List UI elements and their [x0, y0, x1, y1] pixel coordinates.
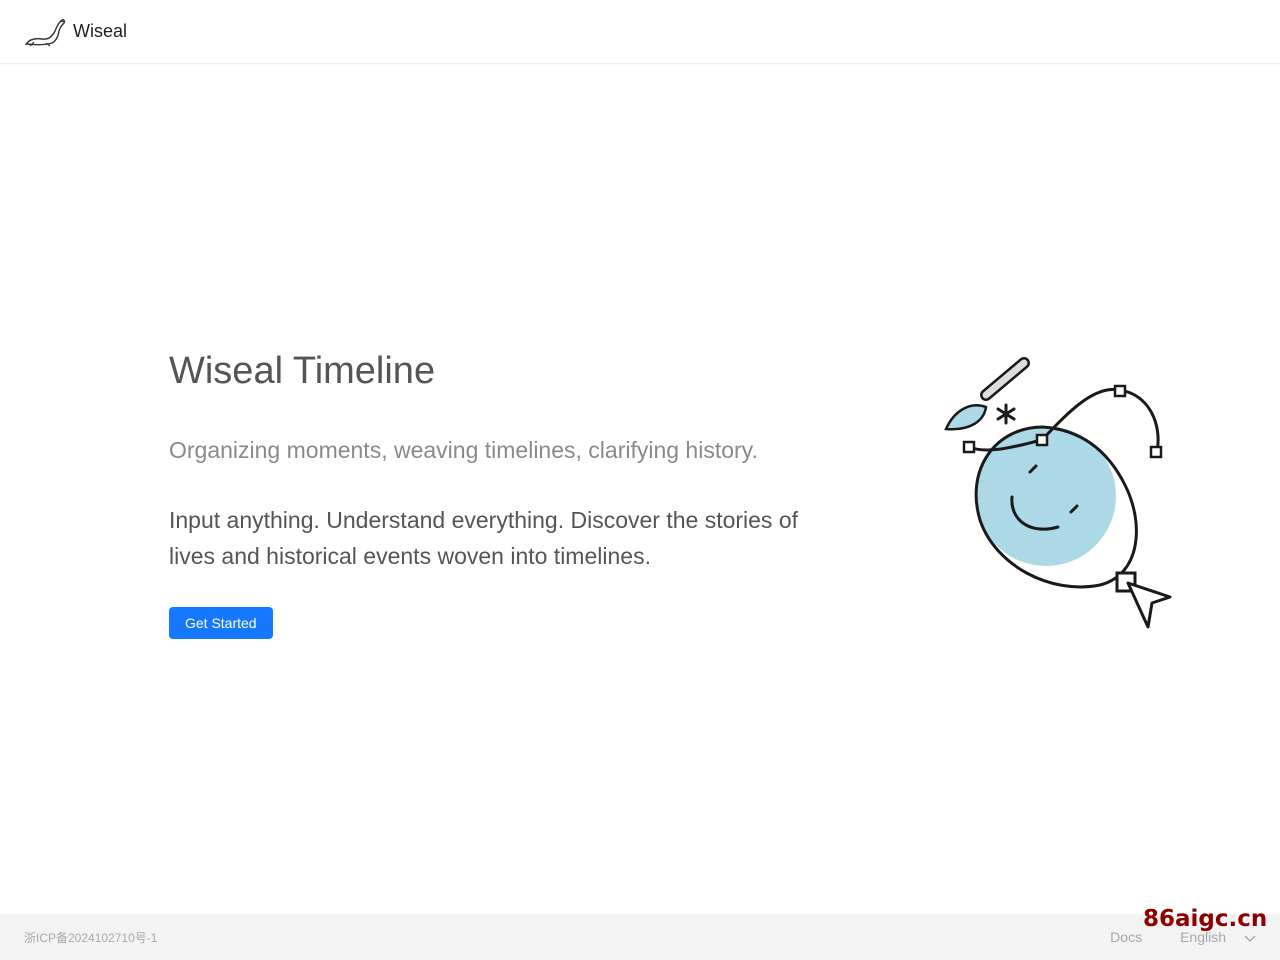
- icp-license[interactable]: 浙ICP备2024102710号-1: [24, 929, 157, 946]
- logo[interactable]: Wiseal: [24, 17, 127, 47]
- get-started-button[interactable]: Get Started: [169, 607, 273, 639]
- hero-description: Input anything. Understand everything. D…: [169, 507, 799, 569]
- hero-title: Wiseal Timeline: [169, 350, 436, 392]
- chevron-down-icon: [1244, 931, 1256, 943]
- top-header: Wiseal: [0, 0, 1280, 64]
- app-name: Wiseal: [73, 21, 128, 41]
- hero-subtitle: Organizing moments, weaving timelines, c…: [169, 437, 758, 463]
- footer: 浙ICP备2024102710号-1 Docs English: [0, 914, 1280, 960]
- docs-link[interactable]: Docs: [1110, 929, 1142, 945]
- smiley-bezier-illustration: [940, 355, 1180, 635]
- seal-icon: [24, 17, 66, 47]
- watermark: 86aigc.cn: [1143, 906, 1268, 932]
- hero-section: Wiseal Timeline Organizing moments, weav…: [169, 348, 849, 639]
